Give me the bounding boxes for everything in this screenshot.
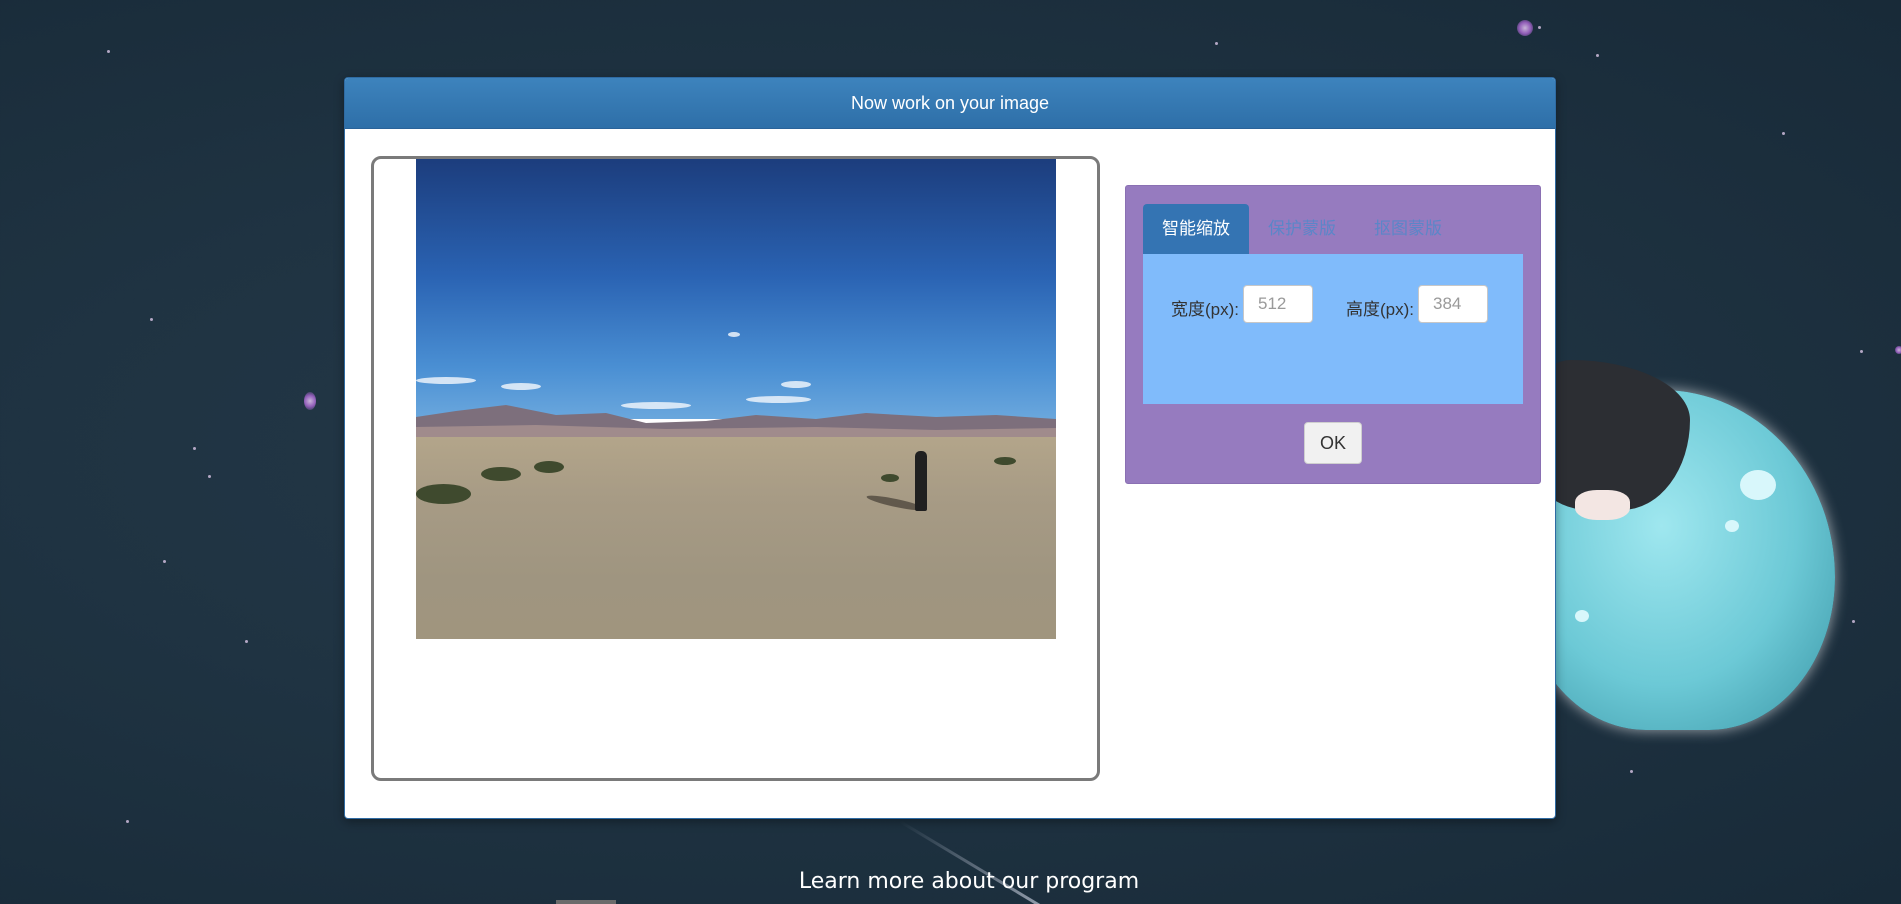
photo-sky <box>416 159 1056 419</box>
star <box>150 318 153 321</box>
slime-highlight <box>1575 610 1589 622</box>
photo-bush <box>994 457 1016 465</box>
photo-cloud <box>728 332 740 337</box>
star <box>245 640 248 643</box>
height-label: 高度(px): <box>1346 300 1414 319</box>
star <box>193 447 196 450</box>
width-label: 宽度(px): <box>1171 300 1239 319</box>
slime-highlight <box>1740 470 1776 500</box>
scrollbar-thumb[interactable] <box>556 900 616 904</box>
slime-highlight <box>1725 520 1739 532</box>
star <box>1596 54 1599 57</box>
photo-cloud <box>501 383 541 390</box>
photo-bush <box>534 461 564 473</box>
star <box>1517 20 1533 36</box>
star <box>304 392 316 410</box>
mascot-hand <box>1575 490 1630 520</box>
height-input[interactable] <box>1418 285 1488 323</box>
star <box>1538 26 1541 29</box>
photo-bush <box>481 467 521 481</box>
resize-panel: 智能缩放 保护蒙版 抠图蒙版 宽度(px): 高度(px): OK <box>1125 185 1541 484</box>
ok-button[interactable]: OK <box>1304 422 1362 464</box>
learn-more-link[interactable]: Learn more about our program <box>0 869 1901 894</box>
tab-content: 宽度(px): 高度(px): <box>1143 254 1523 404</box>
star <box>1852 620 1855 623</box>
photo-cloud <box>781 381 811 388</box>
photo-bush <box>881 474 899 482</box>
width-input[interactable] <box>1243 285 1313 323</box>
star <box>163 560 166 563</box>
photo-bush <box>416 484 471 504</box>
star <box>1860 350 1863 353</box>
tab-protect-mask[interactable]: 保护蒙版 <box>1249 204 1355 254</box>
star <box>1215 42 1218 45</box>
photo-person <box>915 451 927 511</box>
star <box>1782 132 1785 135</box>
star <box>1895 346 1901 354</box>
mascot-illustration <box>1520 360 1850 740</box>
photo-cloud <box>416 377 476 384</box>
star <box>107 50 110 53</box>
dialog-title: Now work on your image <box>345 78 1555 129</box>
mode-tabs: 智能缩放 保护蒙版 抠图蒙版 <box>1143 204 1461 254</box>
tab-cutout-mask[interactable]: 抠图蒙版 <box>1355 204 1461 254</box>
image-editor-dialog: Now work on your image 智能缩放 保护蒙版 抠图蒙版 宽度… <box>344 77 1556 819</box>
image-preview-frame <box>371 156 1100 781</box>
star <box>126 820 129 823</box>
star <box>1630 770 1633 773</box>
uploaded-image[interactable] <box>416 159 1056 639</box>
tab-smart-scale[interactable]: 智能缩放 <box>1143 204 1249 254</box>
star <box>208 475 211 478</box>
